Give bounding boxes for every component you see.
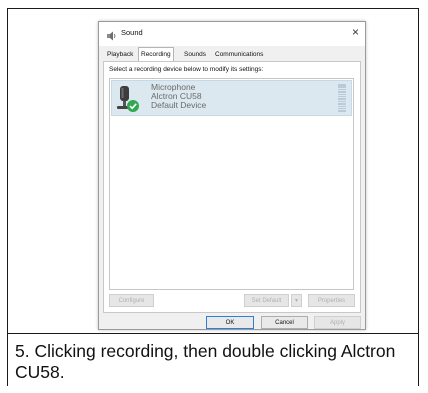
device-status: Default Device [151,100,207,110]
ok-button[interactable]: OK [206,316,254,329]
cancel-button[interactable]: Cancel [261,316,308,329]
set-default-dropdown[interactable]: ▾ [291,294,302,307]
level-meter [338,84,346,112]
speaker-icon [106,28,117,46]
device-info: Microphone Alctron CU58 Default Device [151,83,206,110]
device-list[interactable]: Microphone Alctron CU58 Default Device [109,78,354,290]
set-default-button[interactable]: Set Default [244,294,289,307]
microphone-icon [115,84,147,119]
tab-communications[interactable]: Communications [213,49,265,60]
chevron-down-icon: ▾ [294,298,298,304]
properties-button[interactable]: Properties [308,294,355,307]
check-icon [127,100,139,112]
instruction-text: Select a recording device below to modif… [109,66,264,73]
configure-button[interactable]: Configure [109,294,154,307]
tab-playback[interactable]: Playback [105,49,135,60]
title-bar: Sound × [99,22,365,46]
recording-panel: Select a recording device below to modif… [103,61,361,313]
apply-button[interactable]: Apply [314,316,361,329]
sound-dialog: Sound × Playback Recording Sounds Commun… [98,21,366,330]
step-caption: 5. Clicking recording, then double click… [15,341,396,382]
close-button[interactable]: × [352,25,359,39]
tab-recording[interactable]: Recording [138,47,174,61]
frame-divider [7,333,419,334]
device-row-alctron-cu58[interactable]: Microphone Alctron CU58 Default Device [111,80,352,116]
dialog-title: Sound [121,28,143,37]
tab-sounds[interactable]: Sounds [182,49,208,60]
